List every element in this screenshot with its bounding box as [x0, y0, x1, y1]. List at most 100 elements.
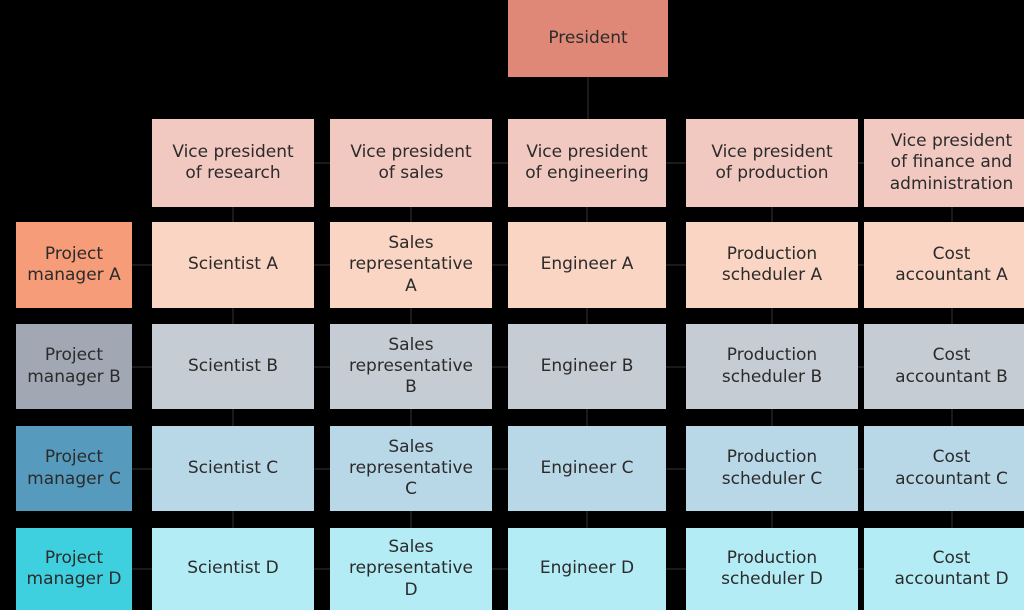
connector-row-c-2 — [666, 467, 686, 470]
node-vp-research-label: Vice president of research — [172, 141, 294, 183]
connector-row-b-0 — [314, 365, 330, 368]
connector-column-finance-0 — [950, 207, 953, 222]
connector-column-research-0 — [232, 207, 234, 222]
node-engineering-a[interactable]: Engineer A — [508, 222, 666, 308]
connector-column-research-2 — [232, 409, 234, 426]
connector-column-production-1 — [771, 308, 773, 324]
node-engineering-b[interactable]: Engineer B — [508, 324, 666, 409]
node-production-d[interactable]: Production scheduler D — [686, 528, 858, 610]
connector-row-a-0 — [314, 264, 330, 266]
connector-row-d-2 — [666, 568, 686, 570]
connector-row-d-pm — [132, 568, 152, 570]
node-research-b[interactable]: Scientist B — [152, 324, 314, 409]
node-vp-finance[interactable]: Vice president of finance and administra… — [864, 119, 1024, 207]
node-production-b-label: Production scheduler B — [721, 345, 823, 387]
node-research-c-label: Scientist C — [187, 457, 279, 478]
connector-column-sales-2 — [410, 409, 412, 426]
node-engineering-d-label: Engineer D — [539, 558, 635, 579]
connector-vp-spine-2 — [666, 162, 686, 164]
connector-column-engineering-0 — [586, 207, 588, 222]
connector-column-finance-2 — [950, 409, 953, 426]
connector-row-d-3 — [858, 568, 864, 570]
connector-column-finance-1 — [950, 308, 953, 324]
node-research-d[interactable]: Scientist D — [152, 528, 314, 610]
connector-column-production-2 — [771, 409, 773, 426]
node-engineering-d[interactable]: Engineer D — [508, 528, 666, 610]
node-project-manager-c-label: Project manager C — [27, 447, 121, 489]
connector-row-d-0 — [314, 568, 330, 570]
connector-column-research-3 — [232, 511, 234, 528]
node-sales-a[interactable]: Sales representative A — [330, 222, 492, 308]
node-engineering-c[interactable]: Engineer C — [508, 426, 666, 511]
node-production-a-label: Production scheduler A — [721, 243, 823, 285]
org-chart-canvas: President Vice president of research Vice … — [0, 0, 1024, 610]
connector-vp-spine-0 — [314, 162, 330, 164]
connector-row-b-2 — [666, 365, 686, 368]
node-vp-sales[interactable]: Vice president of sales — [330, 119, 492, 207]
connector-vp-spine-3 — [858, 162, 864, 164]
node-finance-c-label: Cost accountant C — [895, 447, 1008, 489]
node-vp-finance-label: Vice president of finance and administra… — [889, 131, 1014, 194]
connector-row-a-pm — [132, 264, 152, 266]
node-finance-c[interactable]: Cost accountant C — [864, 426, 1024, 511]
node-sales-b[interactable]: Sales representative B — [330, 324, 492, 409]
node-finance-d-label: Cost accountant D — [894, 547, 1009, 589]
node-vp-sales-label: Vice president of sales — [350, 141, 472, 183]
node-finance-b[interactable]: Cost accountant B — [864, 324, 1024, 409]
connector-column-sales-0 — [410, 207, 412, 222]
node-project-manager-a-label: Project manager A — [27, 243, 121, 285]
node-sales-b-label: Sales representative B — [348, 334, 474, 398]
connector-row-c-pm — [132, 467, 152, 470]
node-production-c-label: Production scheduler C — [721, 447, 823, 489]
node-vp-engineering-label: Vice president of engineering — [525, 141, 649, 183]
connector-column-sales-3 — [410, 511, 412, 528]
node-project-manager-d-label: Project manager D — [26, 547, 122, 589]
connector-row-b-1 — [492, 365, 508, 368]
node-research-a-label: Scientist A — [187, 254, 279, 275]
node-sales-a-label: Sales representative A — [348, 233, 474, 296]
node-finance-b-label: Cost accountant B — [895, 345, 1008, 387]
connector-row-b-pm — [132, 365, 152, 368]
node-project-manager-b[interactable]: Project manager B — [16, 324, 132, 409]
connector-column-engineering-3 — [586, 511, 588, 528]
connector-row-b-3 — [858, 365, 864, 368]
node-research-d-label: Scientist D — [187, 558, 279, 579]
node-sales-c-label: Sales representative C — [348, 436, 474, 500]
node-sales-c[interactable]: Sales representative C — [330, 426, 492, 511]
connector-column-production-0 — [771, 207, 773, 222]
node-project-manager-c[interactable]: Project manager C — [16, 426, 132, 511]
node-president-label: President — [548, 27, 628, 48]
connector-column-sales-1 — [410, 308, 412, 324]
node-vp-production[interactable]: Vice president of production — [686, 119, 858, 207]
connector-row-c-3 — [858, 467, 864, 470]
node-finance-a-label: Cost accountant A — [895, 243, 1008, 285]
connector-column-finance-3 — [950, 511, 953, 528]
node-sales-d-label: Sales representative D — [348, 537, 474, 600]
connector-row-c-1 — [492, 467, 508, 470]
node-engineering-c-label: Engineer C — [540, 457, 634, 478]
node-vp-production-label: Vice president of production — [711, 141, 833, 183]
node-sales-d[interactable]: Sales representative D — [330, 528, 492, 610]
connector-row-a-1 — [492, 264, 508, 266]
node-president[interactable]: President — [508, 0, 668, 77]
connector-row-a-3 — [858, 264, 864, 266]
node-vp-engineering[interactable]: Vice president of engineering — [508, 119, 666, 207]
connector-row-a-2 — [666, 264, 686, 266]
node-research-c[interactable]: Scientist C — [152, 426, 314, 511]
connector-president-to-vp — [587, 77, 589, 119]
node-production-d-label: Production scheduler D — [721, 547, 823, 589]
connector-column-production-3 — [771, 511, 773, 528]
node-engineering-b-label: Engineer B — [540, 355, 634, 376]
node-finance-a[interactable]: Cost accountant A — [864, 222, 1024, 308]
node-vp-research[interactable]: Vice president of research — [152, 119, 314, 207]
node-finance-d[interactable]: Cost accountant D — [864, 528, 1024, 610]
node-production-a[interactable]: Production scheduler A — [686, 222, 858, 308]
node-project-manager-a[interactable]: Project manager A — [16, 222, 132, 308]
node-production-c[interactable]: Production scheduler C — [686, 426, 858, 511]
connector-row-d-1 — [492, 568, 508, 570]
node-project-manager-d[interactable]: Project manager D — [16, 528, 132, 610]
node-research-a[interactable]: Scientist A — [152, 222, 314, 308]
connector-row-c-0 — [314, 467, 330, 470]
connector-vp-spine-1 — [492, 162, 508, 164]
node-production-b[interactable]: Production scheduler B — [686, 324, 858, 409]
